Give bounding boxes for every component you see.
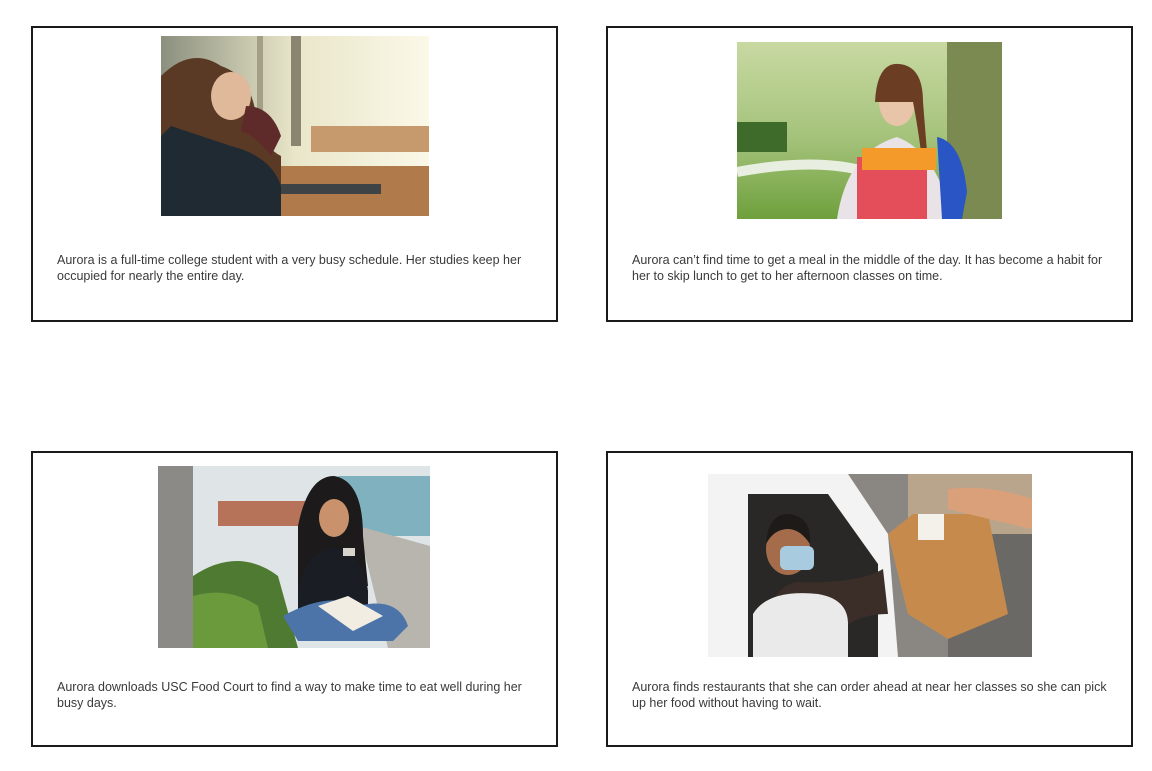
student-resting-on-desk-photo [161, 36, 429, 216]
storyboard-panel-1: Aurora is a full-time college student wi… [31, 26, 558, 322]
student-carrying-folders-photo [737, 42, 1002, 219]
panel-caption: Aurora finds restaurants that she can or… [632, 680, 1107, 710]
storyboard-panel-2: Aurora can’t find time to get a meal in … [606, 26, 1133, 322]
curbside-pickup-photo [708, 474, 1032, 657]
panel-caption: Aurora is a full-time college student wi… [57, 253, 522, 283]
storyboard-panel-3: Aurora downloads USC Food Court to find … [31, 451, 558, 747]
storyboard-panel-4: Aurora finds restaurants that she can or… [606, 451, 1133, 747]
student-using-phone-photo [158, 466, 430, 648]
panel-caption: Aurora downloads USC Food Court to find … [57, 680, 522, 710]
panel-caption: Aurora can’t find time to get a meal in … [632, 253, 1103, 283]
